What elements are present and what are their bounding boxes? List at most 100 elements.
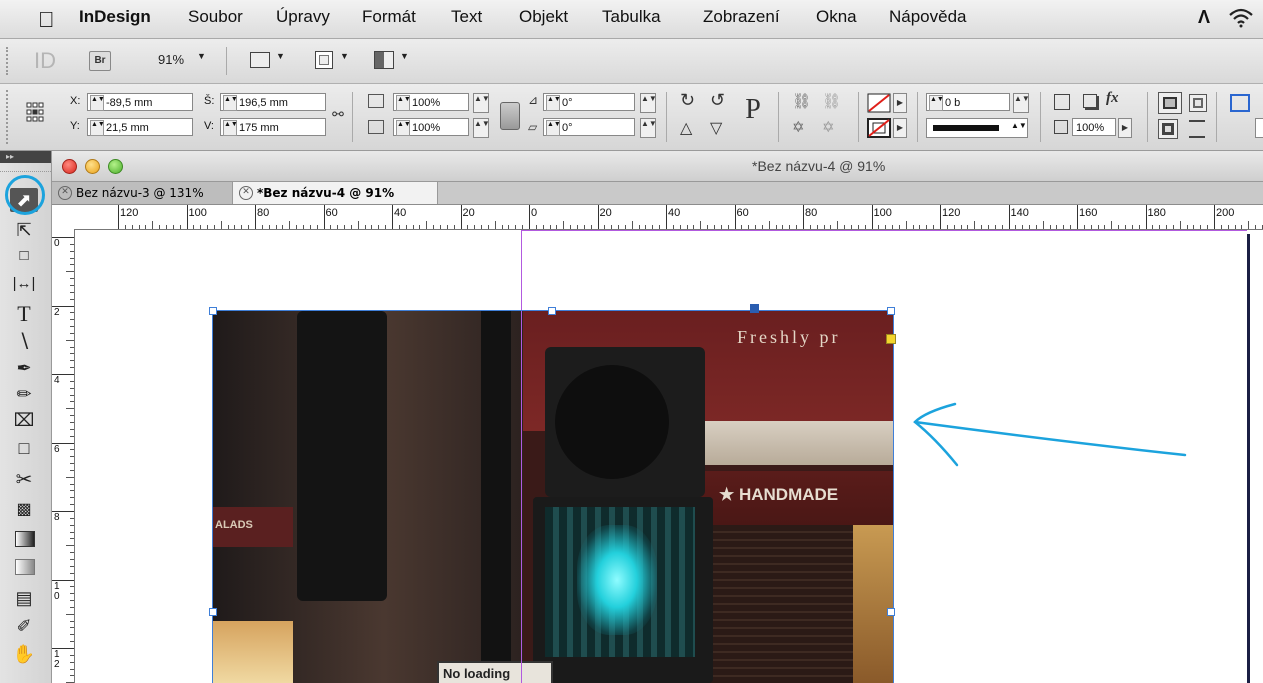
fill-frame-proportionally-icon[interactable] (1189, 120, 1205, 138)
menu-soubor[interactable]: Soubor (188, 7, 243, 27)
flip-vertical-icon[interactable]: ▽ (710, 118, 722, 138)
stroke-menu-icon[interactable]: ▶ (893, 118, 907, 138)
rectangle-frame-tool-icon[interactable]: ⌧ (10, 407, 38, 433)
stroke-type-select[interactable]: ▲▼ (926, 118, 1028, 138)
menu-napoveda[interactable]: Nápověda (889, 7, 967, 27)
note-tool-icon[interactable]: ▤ (10, 585, 38, 611)
reference-point-icon[interactable] (26, 102, 44, 124)
ruler-origin[interactable] (52, 205, 75, 230)
drop-shadow-icon[interactable] (1054, 94, 1070, 110)
select-content-icon[interactable]: ✡ (792, 118, 805, 136)
fill-none-swatch[interactable] (867, 93, 891, 113)
handle-top-left[interactable] (209, 307, 217, 315)
gradient-feather-tool-icon[interactable] (10, 553, 38, 579)
apple-icon[interactable]:  (38, 7, 55, 33)
menu-okna[interactable]: Okna (816, 7, 857, 27)
scale-x-stepper-icon[interactable]: ▲▼ (396, 95, 411, 111)
scale-x-field[interactable]: ▲▼ 100% (393, 93, 469, 111)
arrange-documents-icon[interactable] (374, 51, 394, 69)
tab-bez-nazvu-4[interactable]: ✕ *Bez názvu-4 @ 91% (232, 182, 438, 204)
stroke-weight-menu-icon[interactable]: ▲▼ (1013, 93, 1030, 113)
rotate-cw-icon[interactable]: ↻ (680, 90, 695, 111)
page-tool-icon[interactable]: □ (10, 243, 38, 269)
close-tab-icon[interactable]: ✕ (58, 186, 72, 200)
menu-app-name[interactable]: InDesign (79, 7, 151, 27)
height-stepper-icon[interactable]: ▲▼ (223, 120, 238, 136)
scale-y-field[interactable]: ▲▼ 100% (393, 118, 469, 136)
line-tool-icon[interactable]: ∖ (10, 329, 38, 355)
close-window-icon[interactable] (62, 159, 77, 174)
fit-frame-content-icon[interactable] (1189, 94, 1207, 112)
opacity-menu-icon[interactable]: ▶ (1118, 118, 1132, 138)
x-position-field[interactable]: ▲▼ -89,5 mm (87, 93, 193, 111)
tab-bez-nazvu-3[interactable]: ✕ Bez názvu-3 @ 131% (52, 182, 244, 204)
horizontal-ruler[interactable]: 120 100 80 60 40 20 0 20 40 60 80 100 120 140 160 180 20… (74, 205, 1263, 230)
control-grip[interactable] (6, 90, 12, 144)
stroke-weight-field[interactable]: ▲▼ 0 b (926, 93, 1010, 111)
rectangle-tool-icon[interactable]: □ (10, 435, 38, 461)
pencil-tool-icon[interactable]: ✏ (10, 381, 38, 407)
stroke-none-swatch[interactable] (867, 118, 891, 138)
width-stepper-icon[interactable]: ▲▼ (223, 95, 238, 111)
grip-handle[interactable] (6, 47, 12, 75)
rotate-stepper-icon[interactable]: ▲▼ (546, 95, 561, 111)
rotate-ccw-icon[interactable]: ↺ (710, 90, 725, 111)
handle-middle-right[interactable] (887, 608, 895, 616)
constrain-scale-icon[interactable] (500, 102, 520, 130)
opacity-field[interactable]: 100% (1072, 118, 1116, 136)
screen-mode-icon[interactable] (315, 51, 333, 69)
hand-tool-icon[interactable]: ✋ (10, 641, 38, 667)
select-next-icon[interactable]: ✡ (822, 118, 835, 136)
zoom-level[interactable]: 91% (158, 52, 184, 74)
gap-tool-icon[interactable]: |↔| (10, 271, 38, 297)
menu-format[interactable]: Formát (362, 7, 416, 27)
fit-content-frame-icon[interactable] (1158, 92, 1182, 114)
select-container-icon[interactable]: ⛓ (792, 92, 811, 110)
width-field[interactable]: ▲▼ 196,5 mm (220, 93, 326, 111)
handle-top-center[interactable] (548, 307, 556, 315)
fill-menu-icon[interactable]: ▶ (893, 93, 907, 113)
scale-x-menu-icon[interactable]: ▲▼ (473, 93, 490, 113)
handle-top-right[interactable] (887, 307, 895, 315)
gradient-swatch-tool-icon[interactable] (10, 525, 38, 551)
handle-middle-left[interactable] (209, 608, 217, 616)
zoom-window-icon[interactable] (108, 159, 123, 174)
scissors-tool-icon[interactable]: ✂ (10, 467, 38, 493)
adobe-icon[interactable]: Λ (1198, 7, 1210, 28)
shadow-effect-icon[interactable] (1083, 94, 1097, 108)
bridge-button[interactable]: Br (89, 51, 111, 71)
vertical-ruler[interactable]: 0 2 4 6 8 10 12 (52, 229, 75, 683)
minimize-window-icon[interactable] (85, 159, 100, 174)
corner-options-handle[interactable] (886, 334, 896, 344)
menu-zobrazeni[interactable]: Zobrazení (703, 7, 780, 27)
view-options-icon[interactable] (250, 52, 270, 68)
menu-objekt[interactable]: Objekt (519, 7, 568, 27)
tools-grip[interactable] (0, 164, 51, 172)
x-stepper-icon[interactable]: ▲▼ (90, 95, 105, 111)
document-canvas[interactable]: Freshly pr ★ HANDMADE ALADS No loading (75, 230, 1263, 683)
y-position-field[interactable]: ▲▼ 21,5 mm (87, 118, 193, 136)
direct-selection-tool-icon[interactable]: ⇱ (10, 217, 38, 243)
auto-fit-icon[interactable] (1230, 94, 1250, 112)
stroke-weight-stepper-icon[interactable]: ▲▼ (929, 95, 944, 111)
selection-frame[interactable] (212, 310, 894, 683)
y-stepper-icon[interactable]: ▲▼ (90, 120, 105, 136)
type-tool-icon[interactable]: T (10, 301, 38, 327)
menu-upravy[interactable]: Úpravy (276, 7, 330, 27)
control-overflow-field[interactable] (1255, 118, 1263, 138)
menu-text[interactable]: Text (451, 7, 482, 27)
content-grabber-handle[interactable] (750, 304, 759, 313)
tools-collapse-icon[interactable]: ▸▸ (0, 151, 51, 163)
shear-field[interactable]: ▲▼ 0° (543, 118, 635, 136)
flip-horizontal-icon[interactable]: △ (680, 118, 692, 138)
height-field[interactable]: ▲▼ 175 mm (220, 118, 326, 136)
rotate-field[interactable]: ▲▼ 0° (543, 93, 635, 111)
center-content-icon[interactable] (1158, 119, 1178, 139)
shear-menu-icon[interactable]: ▲▼ (640, 118, 657, 138)
free-transform-tool-icon[interactable]: ▩ (10, 497, 38, 523)
select-previous-icon[interactable]: ⛓ (822, 92, 841, 110)
constrain-proportions-icon[interactable]: ⚯ (330, 106, 346, 123)
scale-y-menu-icon[interactable]: ▲▼ (473, 118, 490, 138)
close-tab-icon[interactable]: ✕ (239, 186, 253, 200)
menu-tabulka[interactable]: Tabulka (602, 7, 661, 27)
